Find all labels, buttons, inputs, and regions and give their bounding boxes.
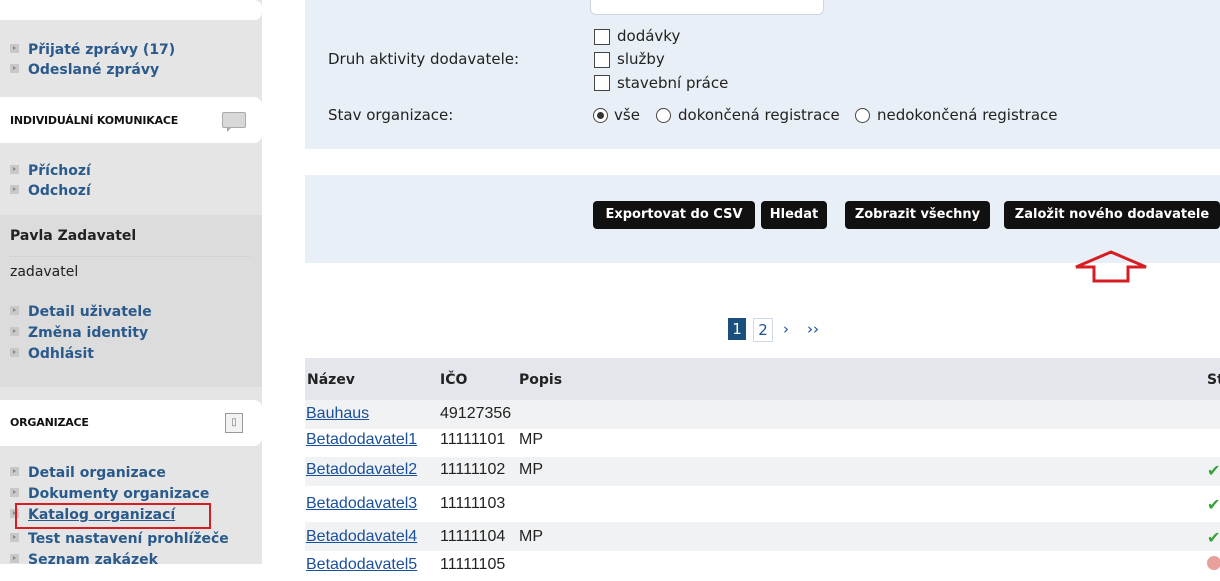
activity-label: Druh aktivity dodavatele: xyxy=(328,50,520,68)
section-title-individual: INDIVIDUÁLNÍ KOMUNIKACE xyxy=(10,114,179,127)
filter-panel xyxy=(305,0,1220,149)
supplier-name-link[interactable]: Betadodavatel4 xyxy=(306,528,417,546)
checkbox-label-deliveries: dodávky xyxy=(617,27,681,45)
sidebar-link-change-identity[interactable]: Změna identity xyxy=(10,325,148,341)
column-header-ico[interactable]: IČO xyxy=(440,372,467,388)
radio-incomplete-registration[interactable] xyxy=(855,108,870,123)
supplier-name-link[interactable]: Betadodavatel2 xyxy=(306,461,417,479)
bullet-icon xyxy=(10,467,19,476)
column-header-name[interactable]: Název xyxy=(307,372,355,388)
bullet-icon xyxy=(10,44,19,53)
column-header-status[interactable]: St xyxy=(1207,372,1220,388)
export-csv-button[interactable]: Exportovat do CSV xyxy=(593,201,755,229)
sidebar: Přijaté zprávy (17) Odeslané zprávy INDI… xyxy=(0,0,262,568)
page-current[interactable]: 1 xyxy=(728,318,746,340)
supplier-ico: 11111102 xyxy=(440,461,506,478)
supplier-description: MP xyxy=(519,528,543,545)
column-header-description[interactable]: Popis xyxy=(519,372,562,388)
radio-complete-registration[interactable] xyxy=(656,108,671,123)
sidebar-link-incoming[interactable]: Příchozí xyxy=(10,163,91,179)
bullet-icon xyxy=(10,488,19,497)
bullet-icon xyxy=(10,306,19,315)
document-icon[interactable]: ▯ xyxy=(225,413,243,433)
last-page-link[interactable]: ›› xyxy=(807,320,819,338)
checkbox-construction[interactable] xyxy=(594,75,610,91)
page-2-link[interactable]: 2 xyxy=(753,318,773,342)
sidebar-link-received-messages[interactable]: Přijaté zprávy (17) xyxy=(10,42,175,58)
bullet-icon xyxy=(10,533,19,542)
supplier-description: MP xyxy=(519,461,543,478)
sidebar-link-org-detail[interactable]: Detail organizace xyxy=(10,465,166,481)
user-role: zadavatel xyxy=(10,264,79,280)
status-ok-icon: ✔ xyxy=(1207,461,1220,480)
supplier-ico: 11111101 xyxy=(440,431,506,448)
radio-label-incomplete-registration: nedokončená registrace xyxy=(877,106,1058,124)
new-supplier-button[interactable]: Založit nového dodavatele xyxy=(1004,201,1220,229)
supplier-name-link[interactable]: Betadodavatel5 xyxy=(306,556,417,574)
sidebar-link-org-documents[interactable]: Dokumenty organizace xyxy=(10,486,209,502)
sidebar-link-browser-test[interactable]: Test nastavení prohlížeče xyxy=(10,531,229,547)
radio-all[interactable] xyxy=(593,108,608,123)
search-button[interactable]: Hledat xyxy=(761,201,827,229)
bullet-icon xyxy=(10,348,19,357)
section-title-organization: ORGANIZACE xyxy=(10,416,89,429)
supplier-name-link[interactable]: Betadodavatel3 xyxy=(306,495,417,513)
highlight-box xyxy=(15,503,211,529)
bullet-icon xyxy=(10,165,19,174)
supplier-name-link[interactable]: Bauhaus xyxy=(306,405,369,423)
status-pending-icon xyxy=(1207,556,1220,570)
checkbox-services[interactable] xyxy=(594,52,610,68)
status-ok-icon: ✔ xyxy=(1207,495,1220,514)
bullet-icon xyxy=(10,327,19,336)
supplier-ico: 11111104 xyxy=(440,528,506,545)
supplier-ico: 11111105 xyxy=(440,556,506,573)
next-page-link[interactable]: › xyxy=(783,320,789,338)
supplier-description: MP xyxy=(519,431,543,448)
user-name: Pavla Zadavatel xyxy=(10,228,137,244)
checkbox-label-services: služby xyxy=(617,50,665,68)
supplier-name-link[interactable]: Betadodavatel1 xyxy=(306,431,417,449)
sidebar-link-logout[interactable]: Odhlásit xyxy=(10,346,94,362)
radio-label-complete-registration: dokončená registrace xyxy=(678,106,840,124)
supplier-ico: 49127356 xyxy=(440,405,512,422)
bullet-icon xyxy=(10,185,19,194)
state-label: Stav organizace: xyxy=(328,106,454,124)
status-ok-icon: ✔ xyxy=(1207,528,1220,547)
divider xyxy=(10,256,250,257)
supplier-ico: 11111103 xyxy=(440,495,506,512)
sidebar-link-sent-messages[interactable]: Odeslané zprávy xyxy=(10,62,159,78)
sidebar-link-outgoing[interactable]: Odchozí xyxy=(10,183,91,199)
bullet-icon xyxy=(10,64,19,73)
organization-header: ORGANIZACE xyxy=(0,400,262,446)
radio-label-all: vše xyxy=(614,106,640,124)
checkbox-label-construction: stavební práce xyxy=(617,74,729,92)
up-arrow-annotation-icon xyxy=(1075,250,1147,283)
sidebar-link-contracts[interactable]: Seznam zakázek xyxy=(10,552,158,568)
chat-bubble-icon[interactable] xyxy=(222,112,246,132)
bullet-icon xyxy=(10,554,19,563)
checkbox-deliveries[interactable] xyxy=(594,29,610,45)
show-all-button[interactable]: Zobrazit všechny xyxy=(845,201,990,229)
sidebar-link-user-detail[interactable]: Detail uživatele xyxy=(10,304,152,320)
sidebar-top-box xyxy=(0,0,262,20)
top-input-field[interactable] xyxy=(590,0,824,15)
